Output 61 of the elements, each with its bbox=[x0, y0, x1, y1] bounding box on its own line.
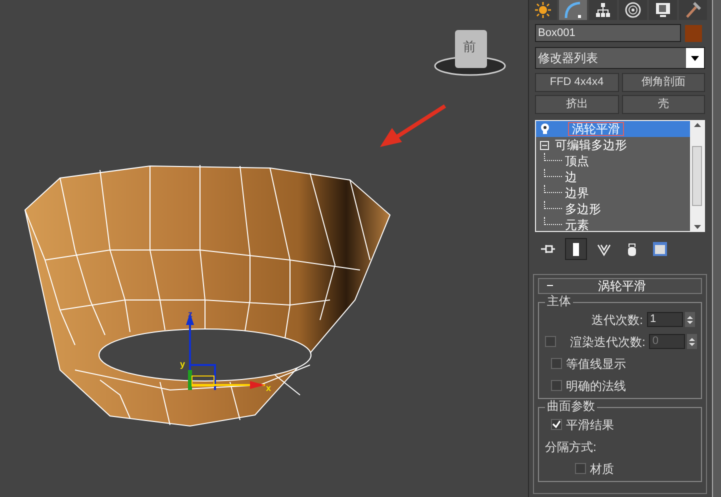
pointer-arrow-icon bbox=[380, 104, 446, 147]
stack-subitem[interactable]: 元素 bbox=[565, 219, 589, 231]
axis-label: z bbox=[188, 310, 192, 319]
spinner-field[interactable]: 1 bbox=[647, 312, 683, 327]
minus-icon bbox=[547, 285, 553, 287]
scroll-thumb[interactable] bbox=[692, 146, 702, 206]
option-label: 等值线显示 bbox=[566, 358, 626, 370]
stack-item[interactable]: 可编辑多边形 bbox=[536, 137, 690, 153]
create-tab-icon bbox=[534, 1, 552, 19]
panel-tab[interactable] bbox=[649, 0, 677, 20]
object-color-swatch[interactable] bbox=[685, 24, 702, 42]
modifier-button[interactable]: 倒角剖面 bbox=[622, 73, 705, 92]
configure-icon bbox=[651, 240, 669, 258]
stack-item[interactable]: 涡轮平滑 bbox=[536, 121, 690, 137]
axis-label: y bbox=[180, 360, 186, 369]
spinner-arrows-icon[interactable] bbox=[687, 334, 698, 349]
rollout-title: 涡轮平滑 bbox=[597, 280, 647, 292]
option-label: 材质 bbox=[590, 462, 614, 474]
hierarchy-tab-icon bbox=[594, 1, 612, 19]
modify-tab-icon bbox=[564, 1, 582, 19]
option-label: 渲染迭代次数: bbox=[570, 336, 646, 348]
modifier-button[interactable]: FFD 4x4x4 bbox=[535, 73, 618, 92]
utilities-tab-icon bbox=[684, 1, 702, 19]
scroll-down-icon bbox=[694, 225, 700, 229]
panel-scrollbar[interactable] bbox=[712, 0, 721, 497]
rollout-header[interactable]: 涡轮平滑 bbox=[538, 278, 702, 294]
stack-tool-button[interactable] bbox=[565, 238, 587, 260]
panel-tab[interactable] bbox=[589, 0, 617, 20]
collapse-icon[interactable] bbox=[540, 140, 549, 150]
modifier-stack-list[interactable]: 涡轮平滑 可编辑多边形 顶点 边 边界 多边形 元素 bbox=[535, 120, 705, 232]
stack-subitem[interactable]: 边 bbox=[565, 171, 577, 183]
group-label: 主体 bbox=[545, 295, 573, 307]
group-label: 曲面参数 bbox=[545, 400, 597, 412]
viewcube-drawing bbox=[434, 30, 506, 76]
modifier-list-dropdown[interactable]: 修改器列表 bbox=[535, 47, 705, 69]
transform-gizmo-icon bbox=[186, 313, 265, 390]
stack-subitem[interactable]: 边界 bbox=[565, 187, 589, 199]
modifier-button[interactable]: 壳 bbox=[622, 95, 705, 114]
spinner-arrows-icon[interactable] bbox=[685, 312, 695, 327]
axis-label: x bbox=[266, 384, 272, 393]
panel-tab[interactable] bbox=[679, 0, 707, 20]
lightbulb-icon[interactable] bbox=[540, 123, 550, 135]
option-label: 分隔方式: bbox=[545, 440, 596, 452]
object-name-field[interactable]: Box001 bbox=[535, 24, 681, 42]
modifier-button[interactable]: 挤出 bbox=[535, 95, 618, 114]
motion-tab-icon bbox=[624, 1, 642, 19]
viewcube-label[interactable]: 前 bbox=[463, 40, 476, 53]
option-label: 明确的法线 bbox=[566, 380, 626, 392]
stack-subitem[interactable]: 多边形 bbox=[565, 203, 601, 215]
checkbox[interactable] bbox=[551, 419, 562, 430]
panel-tab[interactable] bbox=[529, 0, 557, 20]
option-label: 平滑结果 bbox=[566, 418, 614, 430]
scroll-up-icon bbox=[694, 123, 700, 127]
stack-subitem[interactable]: 顶点 bbox=[565, 155, 589, 167]
stack-scrollbar[interactable] bbox=[690, 121, 704, 231]
checkbox[interactable] bbox=[551, 380, 562, 391]
display-tab-icon bbox=[654, 1, 672, 19]
checkbox[interactable] bbox=[575, 463, 586, 474]
panel-tab[interactable] bbox=[619, 0, 647, 20]
checkbox[interactable] bbox=[551, 358, 562, 369]
option-label: 迭代次数: bbox=[592, 314, 643, 326]
